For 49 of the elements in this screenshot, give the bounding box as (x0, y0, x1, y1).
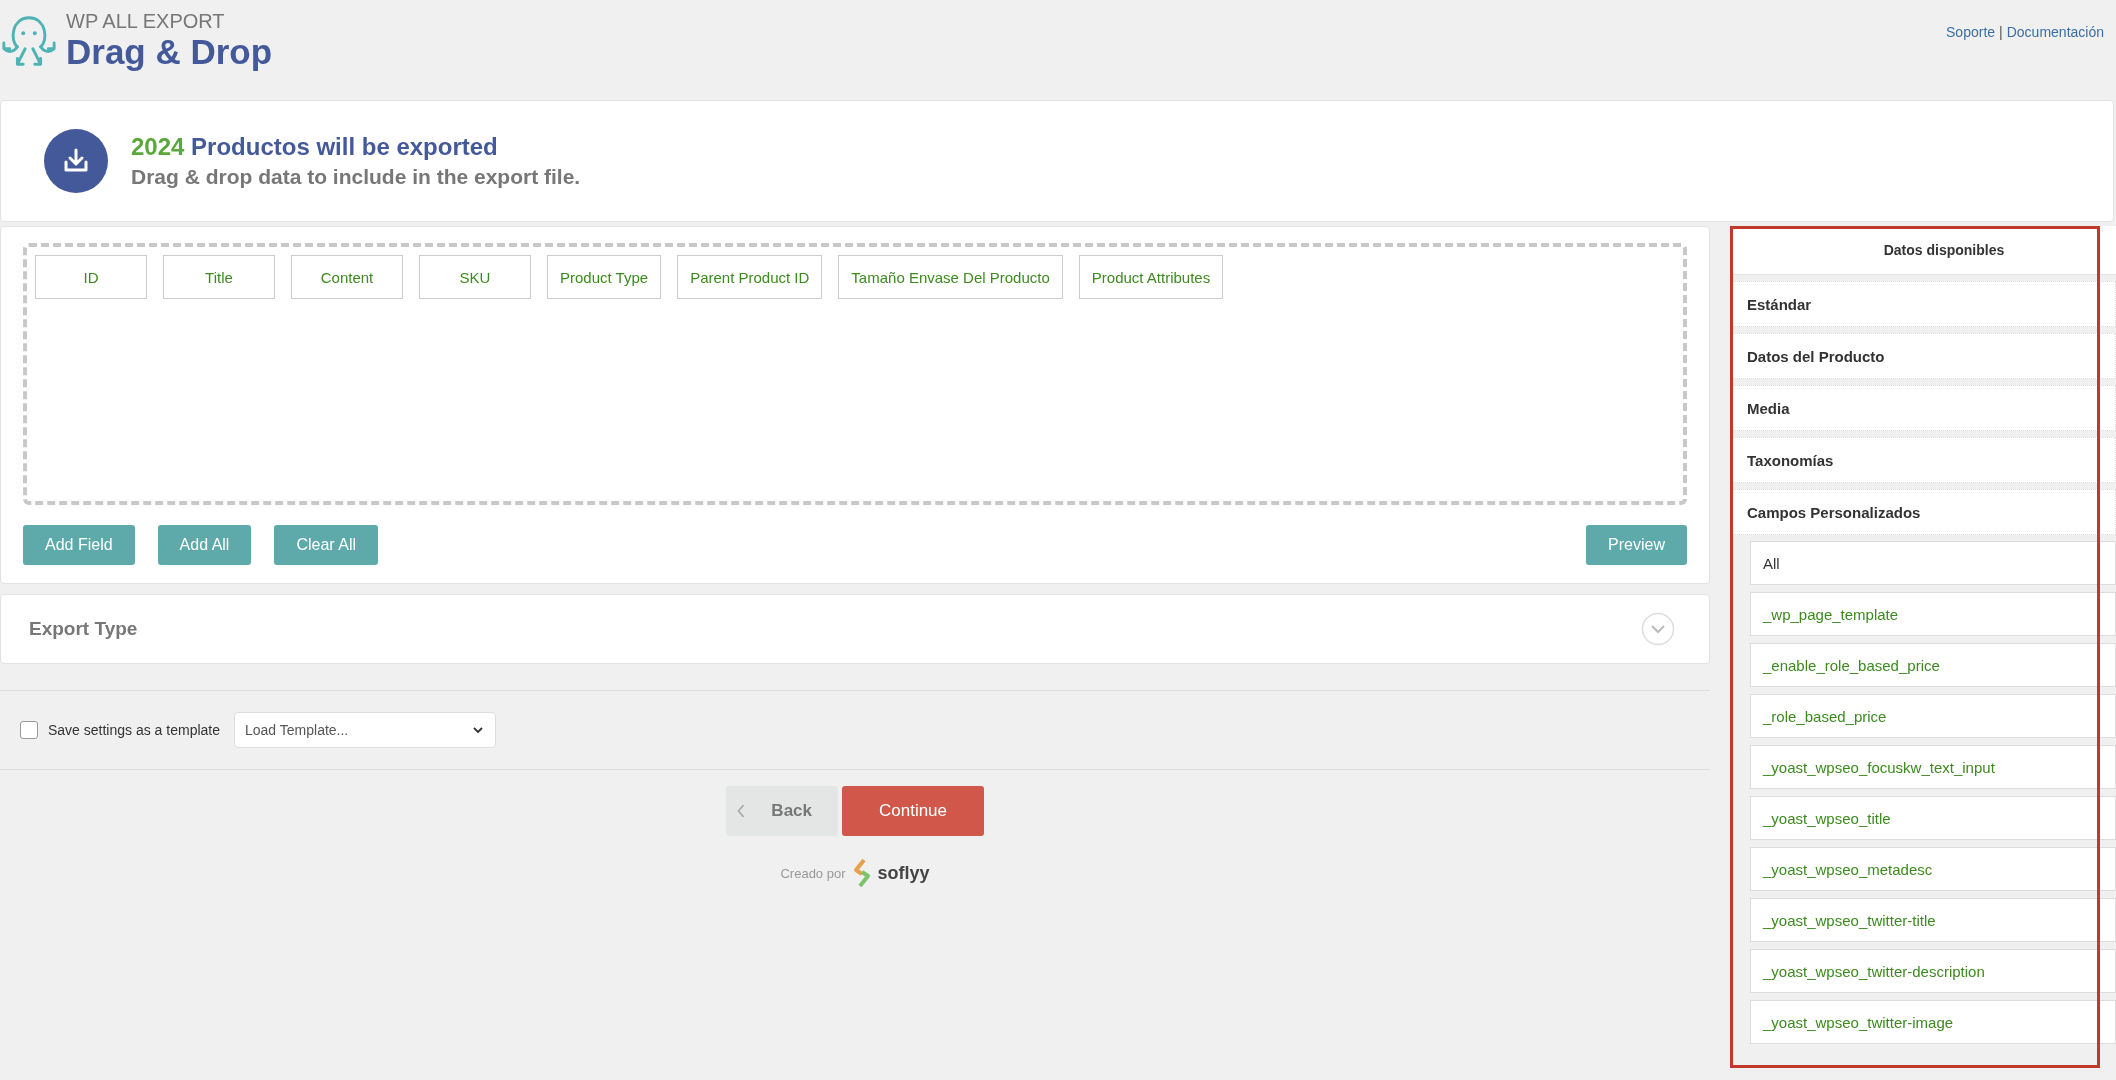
field-item[interactable]: _yoast_wpseo_twitter-description (1750, 949, 2116, 993)
sidebar-section[interactable]: Media (1732, 385, 2116, 431)
credit-text: Creado por (780, 865, 846, 881)
brand-name: soflyy (877, 862, 930, 884)
template-checkbox[interactable] (20, 721, 38, 739)
export-headline: 2024 Productos will be exported (131, 133, 499, 161)
continue-button[interactable]: Continue (842, 786, 984, 836)
sidebar-section[interactable]: Datos del Producto (1732, 333, 2116, 379)
field-item[interactable]: _yoast_wpseo_twitter-title (1750, 898, 2116, 942)
field-item[interactable]: _yoast_wpseo_focuskw_text_input (1750, 745, 2116, 789)
field-chip[interactable]: Parent Product ID (677, 255, 823, 299)
chevron-left-icon (736, 802, 746, 820)
soflyy-logo-icon (851, 858, 872, 888)
chevron-down-icon[interactable] (1641, 612, 1675, 646)
preview-button[interactable]: Preview (1586, 525, 1687, 565)
field-item[interactable]: _yoast_wpseo_title (1750, 796, 2116, 840)
export-type-panel[interactable]: Export Type (0, 594, 1710, 664)
drop-zone[interactable]: ID Title Content SKU Product Type Parent Product ID Tamaño Envase Del Producto Product Attributes (23, 243, 1687, 505)
field-chip[interactable]: Product Type (547, 255, 662, 299)
field-chip[interactable]: Tamaño Envase Del Producto (838, 255, 1063, 299)
all-fields-item[interactable]: All (1750, 541, 2116, 585)
field-item[interactable]: _enable_role_based_price (1750, 643, 2116, 687)
field-chip[interactable]: Content (291, 255, 403, 299)
field-action-button[interactable]: Clear All (274, 525, 378, 565)
support-link[interactable]: Soporte (1946, 24, 1996, 40)
page-title: Drag & Drop (66, 32, 273, 72)
field-chip[interactable]: SKU (419, 255, 531, 299)
field-chip[interactable]: Title (163, 255, 275, 299)
link-separator: | (1999, 24, 2003, 40)
field-action-button[interactable]: Add All (157, 525, 252, 565)
field-item[interactable]: _yoast_wpseo_twitter-image (1750, 1000, 2116, 1044)
template-checkbox-label: Save settings as a template (48, 722, 220, 738)
export-subtitle: Drag & drop data to include in the export file. (131, 165, 581, 189)
field-item[interactable]: _role_based_price (1750, 694, 2116, 738)
sidebar-section[interactable]: Taxonomías (1732, 437, 2116, 483)
field-chip[interactable]: ID (35, 255, 147, 299)
field-item[interactable]: _yoast_wpseo_metadesc (1750, 847, 2116, 891)
back-button[interactable]: Back (726, 786, 838, 836)
download-icon (43, 128, 109, 194)
sidebar-section[interactable]: Estándar (1732, 281, 2116, 327)
load-template-select[interactable]: Load Template... (234, 712, 496, 748)
field-item[interactable]: _wp_page_template (1750, 592, 2116, 636)
documentation-link[interactable]: Documentación (2006, 24, 2104, 40)
product-name: WP ALL EXPORT (66, 10, 226, 32)
sidebar-header: Datos disponibles (1732, 226, 2116, 275)
sidebar-section[interactable]: Campos Personalizados (1732, 489, 2116, 535)
field-action-button[interactable]: Add Field (23, 525, 135, 565)
field-chip[interactable]: Product Attributes (1078, 255, 1224, 299)
export-type-label: Export Type (29, 618, 138, 640)
